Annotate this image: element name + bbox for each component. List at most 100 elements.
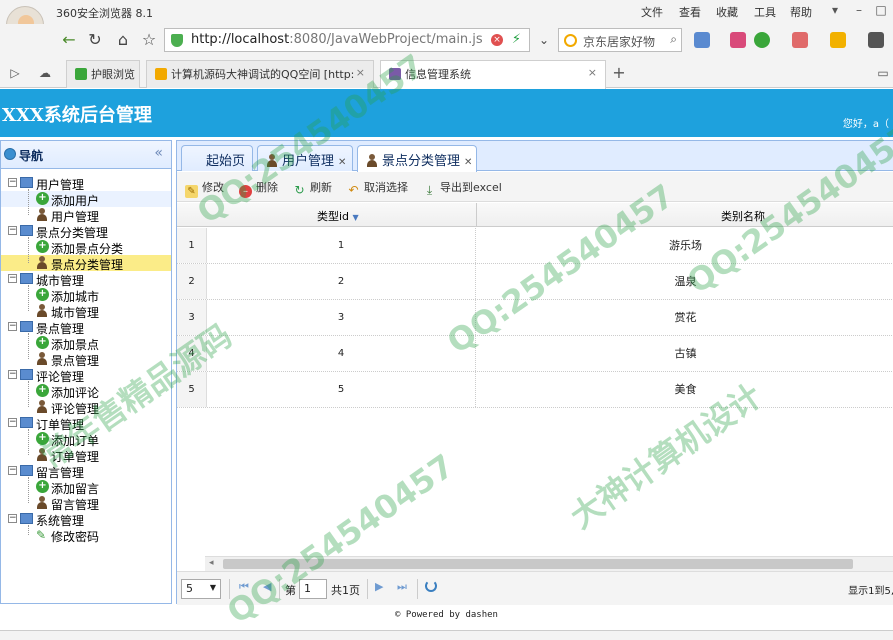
tab-category-management[interactable]: 景点分类管理 ✕ bbox=[357, 145, 477, 172]
collapse-toggle-icon[interactable]: − bbox=[8, 322, 17, 331]
horizontal-scrollbar[interactable]: ◂ bbox=[205, 556, 893, 571]
tab-list-icon[interactable]: ▭ bbox=[872, 62, 893, 84]
tree-item[interactable]: 留言管理 bbox=[1, 495, 171, 512]
refresh-button[interactable]: ↻ 刷新 bbox=[293, 179, 332, 197]
tree-item[interactable]: + 添加评论 bbox=[1, 383, 171, 400]
tree-guide-line bbox=[28, 381, 29, 407]
tree-group[interactable]: − 系统管理 bbox=[1, 511, 171, 528]
tree-item[interactable]: 订单管理 bbox=[1, 447, 171, 464]
last-page-icon[interactable]: ⏭ bbox=[397, 580, 407, 594]
cloud-icon[interactable]: ☁ bbox=[34, 62, 56, 84]
first-page-icon[interactable]: ⏮ bbox=[239, 580, 249, 594]
translate-icon[interactable] bbox=[792, 32, 808, 48]
tab-home[interactable]: 起始页 bbox=[181, 145, 253, 171]
collapse-toggle-icon[interactable]: − bbox=[8, 514, 17, 523]
lightning-icon[interactable]: ⚡ bbox=[512, 32, 521, 47]
collapse-toggle-icon[interactable]: − bbox=[8, 274, 17, 283]
collapse-toggle-icon[interactable]: − bbox=[8, 418, 17, 427]
tree-item[interactable]: ✎ 修改密码 bbox=[1, 527, 171, 544]
next-page-icon[interactable]: ▶ bbox=[375, 580, 383, 593]
tree-item[interactable]: + 添加用户 bbox=[1, 191, 171, 208]
collapse-toggle-icon[interactable]: − bbox=[8, 178, 17, 187]
collapse-toggle-icon[interactable]: − bbox=[8, 370, 17, 379]
screenshot-icon[interactable] bbox=[830, 32, 846, 48]
tree-group[interactable]: − 景点管理 bbox=[1, 319, 171, 336]
tree-item[interactable]: 城市管理 bbox=[1, 303, 171, 320]
tree-item[interactable]: 评论管理 bbox=[1, 399, 171, 416]
back-arrow-icon[interactable]: ← bbox=[58, 29, 80, 51]
globe-icon bbox=[4, 148, 16, 160]
tree-group[interactable]: − 城市管理 bbox=[1, 271, 171, 288]
collapse-left-icon[interactable]: « bbox=[154, 145, 163, 161]
cell-category-name: 温泉 bbox=[674, 275, 697, 288]
address-bar[interactable]: http://localhost:8080/JavaWebProject/mai… bbox=[164, 28, 530, 52]
browser-tab-eye[interactable]: 护眼浏览 bbox=[66, 60, 140, 88]
shield-icon bbox=[171, 34, 183, 47]
scroll-left-icon[interactable]: ◂ bbox=[209, 558, 214, 568]
collapse-toggle-icon[interactable]: − bbox=[8, 466, 17, 475]
export-excel-button[interactable]: ⤓ 导出到excel bbox=[423, 179, 502, 197]
search-input[interactable]: 京东居家好物 bbox=[583, 33, 655, 50]
browser-tab-qq[interactable]: 计算机源码大神调试的QQ空间 [http: × bbox=[146, 60, 374, 88]
menu-icon[interactable] bbox=[868, 32, 884, 48]
extension-icon[interactable] bbox=[730, 32, 746, 48]
tree-item[interactable]: + 添加景点分类 bbox=[1, 239, 171, 256]
close-tab-icon[interactable]: ✕ bbox=[464, 157, 472, 168]
tree-group[interactable]: − 用户管理 bbox=[1, 175, 171, 192]
tree-item[interactable]: 用户管理 bbox=[1, 207, 171, 224]
menu-favorites[interactable]: 收藏 bbox=[716, 4, 738, 20]
page-size-select[interactable]: 5 ▼ bbox=[181, 579, 221, 599]
tree-item[interactable]: 景点管理 bbox=[1, 351, 171, 368]
tree-group[interactable]: − 评论管理 bbox=[1, 367, 171, 384]
browser-tab-system[interactable]: 信息管理系统 × bbox=[380, 60, 606, 89]
tree-group[interactable]: − 订单管理 bbox=[1, 415, 171, 432]
stop-icon[interactable]: × bbox=[491, 34, 503, 46]
security-icon[interactable] bbox=[754, 32, 770, 48]
apps-icon[interactable] bbox=[694, 32, 710, 48]
search-box[interactable]: 京东居家好物 ⌕ bbox=[558, 28, 682, 52]
skin-icon[interactable]: ▾ bbox=[826, 2, 844, 18]
tree-item[interactable]: + 添加景点 bbox=[1, 335, 171, 352]
collapse-toggle-icon[interactable]: − bbox=[8, 226, 17, 235]
search-icon[interactable]: ⌕ bbox=[670, 32, 677, 47]
reload-icon[interactable]: ↻ bbox=[84, 29, 106, 51]
delete-button[interactable]: – 删除 bbox=[239, 179, 278, 198]
column-divider[interactable] bbox=[476, 203, 477, 227]
new-tab-icon[interactable]: + bbox=[608, 62, 630, 84]
tree-item[interactable]: + 添加城市 bbox=[1, 287, 171, 304]
column-header-category-name[interactable]: 类别名称 bbox=[721, 208, 765, 224]
tree-group[interactable]: − 景点分类管理 bbox=[1, 223, 171, 240]
page-number-input[interactable]: 1 bbox=[299, 579, 327, 599]
folder-icon bbox=[20, 417, 33, 428]
close-tab-icon[interactable]: × bbox=[356, 66, 365, 79]
table-row[interactable]: 5 5 美食 bbox=[177, 372, 893, 408]
row-number: 4 bbox=[177, 336, 207, 371]
table-row[interactable]: 1 1 游乐场 bbox=[177, 228, 893, 264]
table-row[interactable]: 2 2 温泉 bbox=[177, 264, 893, 300]
star-icon[interactable]: ☆ bbox=[138, 29, 160, 51]
table-row[interactable]: 4 4 古镇 bbox=[177, 336, 893, 372]
tree-item[interactable]: + 添加留言 bbox=[1, 479, 171, 496]
prev-page-icon[interactable]: ◀ bbox=[263, 580, 271, 593]
menu-view[interactable]: 查看 bbox=[679, 4, 701, 20]
sidebar-toggle-icon[interactable]: ▷ bbox=[4, 62, 26, 84]
tree-item[interactable]: + 添加订单 bbox=[1, 431, 171, 448]
tab-user-management[interactable]: 用户管理 ✕ bbox=[257, 145, 353, 171]
pager-refresh-icon[interactable] bbox=[425, 580, 437, 592]
menu-file[interactable]: 文件 bbox=[641, 4, 663, 20]
tree-item[interactable]: 景点分类管理 bbox=[1, 255, 171, 272]
menu-tools[interactable]: 工具 bbox=[754, 4, 776, 20]
minimize-icon[interactable]: – bbox=[850, 2, 868, 18]
dropdown-chevron-icon[interactable]: ⌄ bbox=[533, 29, 555, 51]
close-tab-icon[interactable]: × bbox=[588, 66, 597, 79]
table-row[interactable]: 3 3 赏花 bbox=[177, 300, 893, 336]
close-tab-icon[interactable]: ✕ bbox=[338, 157, 346, 168]
menu-help[interactable]: 帮助 bbox=[790, 4, 812, 20]
edit-button[interactable]: ✎ 修改 bbox=[185, 179, 224, 198]
maximize-icon[interactable]: □ bbox=[872, 2, 890, 18]
home-icon[interactable]: ⌂ bbox=[112, 29, 134, 51]
column-header-type-id[interactable]: 类型id ▼ bbox=[317, 208, 359, 224]
scrollbar-thumb[interactable] bbox=[223, 559, 853, 569]
cancel-selection-button[interactable]: ↶ 取消选择 bbox=[347, 179, 408, 197]
tree-group[interactable]: − 留言管理 bbox=[1, 463, 171, 480]
